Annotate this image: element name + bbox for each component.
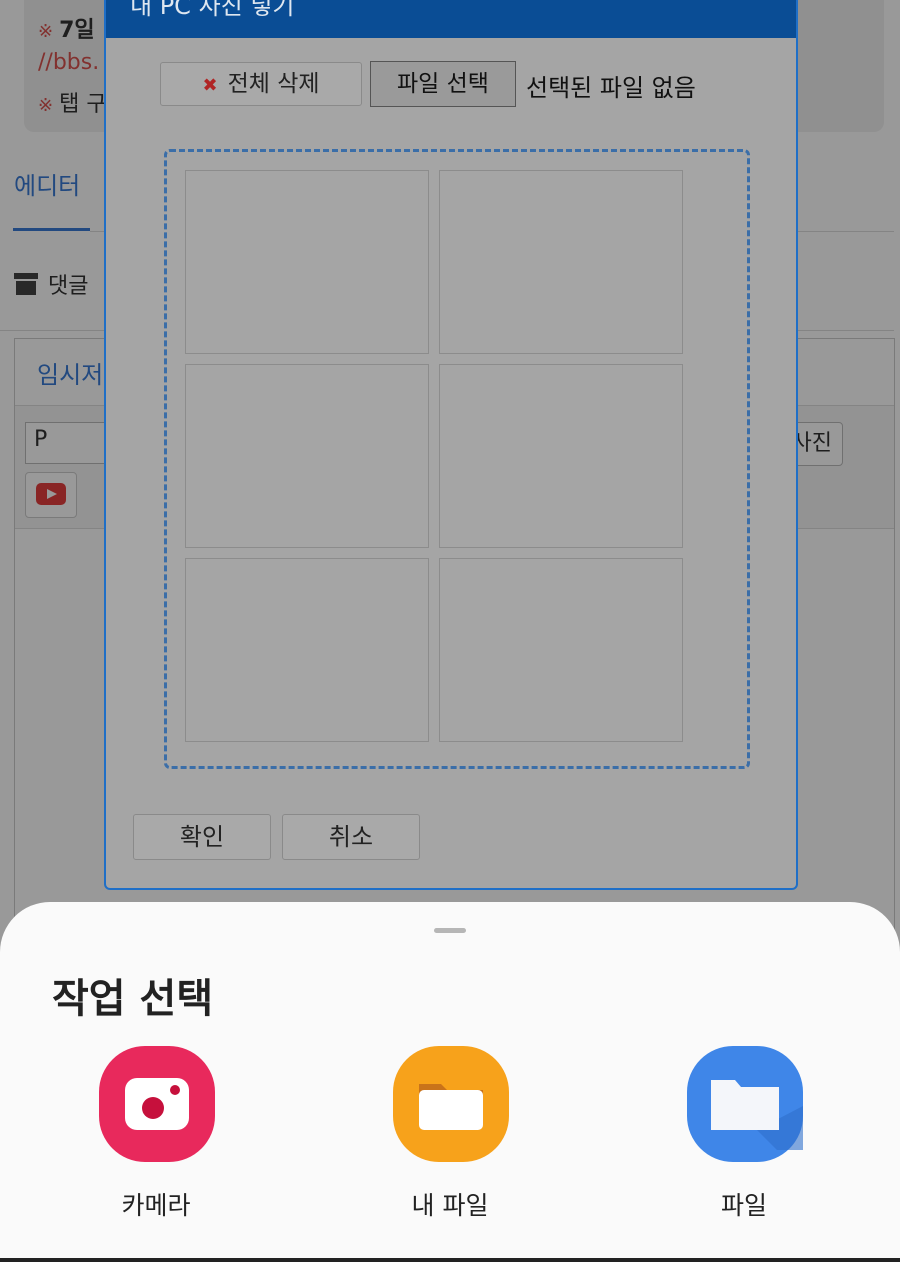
- app-my-files[interactable]: 내 파일: [350, 1046, 550, 1226]
- dialog-title-bar: 내 PC 사진 넣기: [106, 0, 796, 38]
- image-slot[interactable]: [439, 170, 683, 354]
- app-camera[interactable]: 카메라: [56, 1046, 256, 1226]
- image-slot[interactable]: [185, 170, 429, 354]
- sheet-title: 작업 선택: [52, 976, 214, 1022]
- drop-zone[interactable]: [164, 149, 750, 769]
- action-sheet: 작업 선택 카메라 내 파일 파일: [0, 902, 900, 1262]
- image-slot[interactable]: [439, 364, 683, 548]
- camera-icon: [99, 1046, 215, 1162]
- image-slot[interactable]: [185, 558, 429, 742]
- files-icon: [687, 1046, 803, 1162]
- photo-upload-dialog: 내 PC 사진 넣기 ✖ 전체 삭제 파일 선택 선택된 파일 없음 확인 취소: [104, 0, 798, 890]
- delete-all-button[interactable]: ✖ 전체 삭제: [160, 62, 362, 106]
- image-slot[interactable]: [439, 558, 683, 742]
- cancel-button[interactable]: 취소: [282, 814, 420, 860]
- confirm-button[interactable]: 확인: [133, 814, 271, 860]
- delete-all-label: 전체 삭제: [227, 71, 320, 97]
- app-my-files-label: 내 파일: [411, 1191, 489, 1220]
- app-files-label: 파일: [720, 1191, 767, 1220]
- app-files[interactable]: 파일: [644, 1046, 844, 1226]
- dialog-title: 내 PC 사진 넣기: [130, 0, 295, 20]
- folder-icon: [393, 1046, 509, 1162]
- sheet-drag-handle[interactable]: [434, 928, 466, 933]
- delete-x-icon: ✖: [202, 75, 218, 96]
- image-slot[interactable]: [185, 364, 429, 548]
- bottom-nav-bar: [0, 1258, 900, 1262]
- app-camera-label: 카메라: [121, 1191, 191, 1220]
- choose-file-button[interactable]: 파일 선택: [370, 61, 516, 107]
- no-file-text: 선택된 파일 없음: [526, 74, 696, 102]
